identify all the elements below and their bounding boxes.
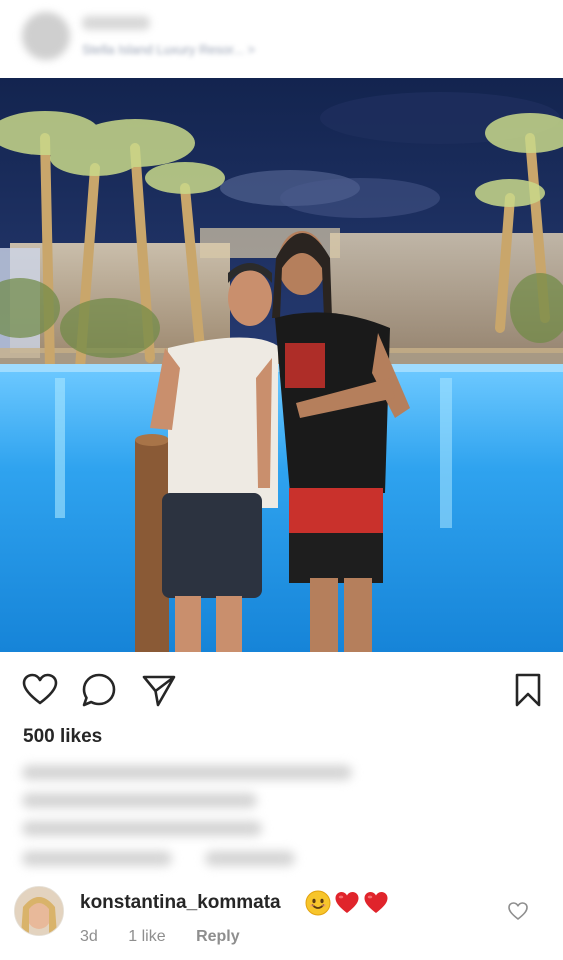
poster-username[interactable]	[82, 16, 150, 30]
post-location[interactable]: Stella Island Luxury Resor... >	[82, 42, 255, 57]
smiling-face-emoji-icon	[305, 890, 331, 916]
reply-button[interactable]: Reply	[196, 928, 240, 945]
red-heart-emoji-icon	[363, 890, 389, 916]
paper-plane-icon[interactable]	[141, 672, 177, 708]
bookmark-icon[interactable]	[510, 672, 546, 708]
resort-pool-photo	[0, 78, 563, 652]
post-header: Stella Island Luxury Resor... >	[0, 0, 563, 78]
commenter-username[interactable]: konstantina_kommata	[80, 892, 281, 914]
poster-avatar[interactable]	[22, 12, 70, 60]
comment-row: konstantina_kommata 3d 1 like Reply	[0, 880, 563, 960]
post-caption	[0, 755, 563, 875]
post-photo[interactable]	[0, 78, 563, 652]
comment-bubble-icon[interactable]	[81, 672, 117, 708]
post-action-bar	[0, 660, 563, 718]
heart-outline-icon[interactable]	[22, 672, 58, 708]
red-heart-emoji-icon	[334, 890, 360, 916]
likes-count[interactable]: 500 likes	[23, 726, 102, 748]
commenter-avatar[interactable]	[14, 886, 64, 936]
comment-time: 3d	[80, 928, 98, 945]
comment-emojis	[305, 890, 389, 916]
comment-likes[interactable]: 1 like	[128, 928, 165, 945]
comment-like-heart-icon[interactable]	[507, 900, 529, 922]
comment-meta: 3d 1 like Reply	[80, 928, 266, 946]
